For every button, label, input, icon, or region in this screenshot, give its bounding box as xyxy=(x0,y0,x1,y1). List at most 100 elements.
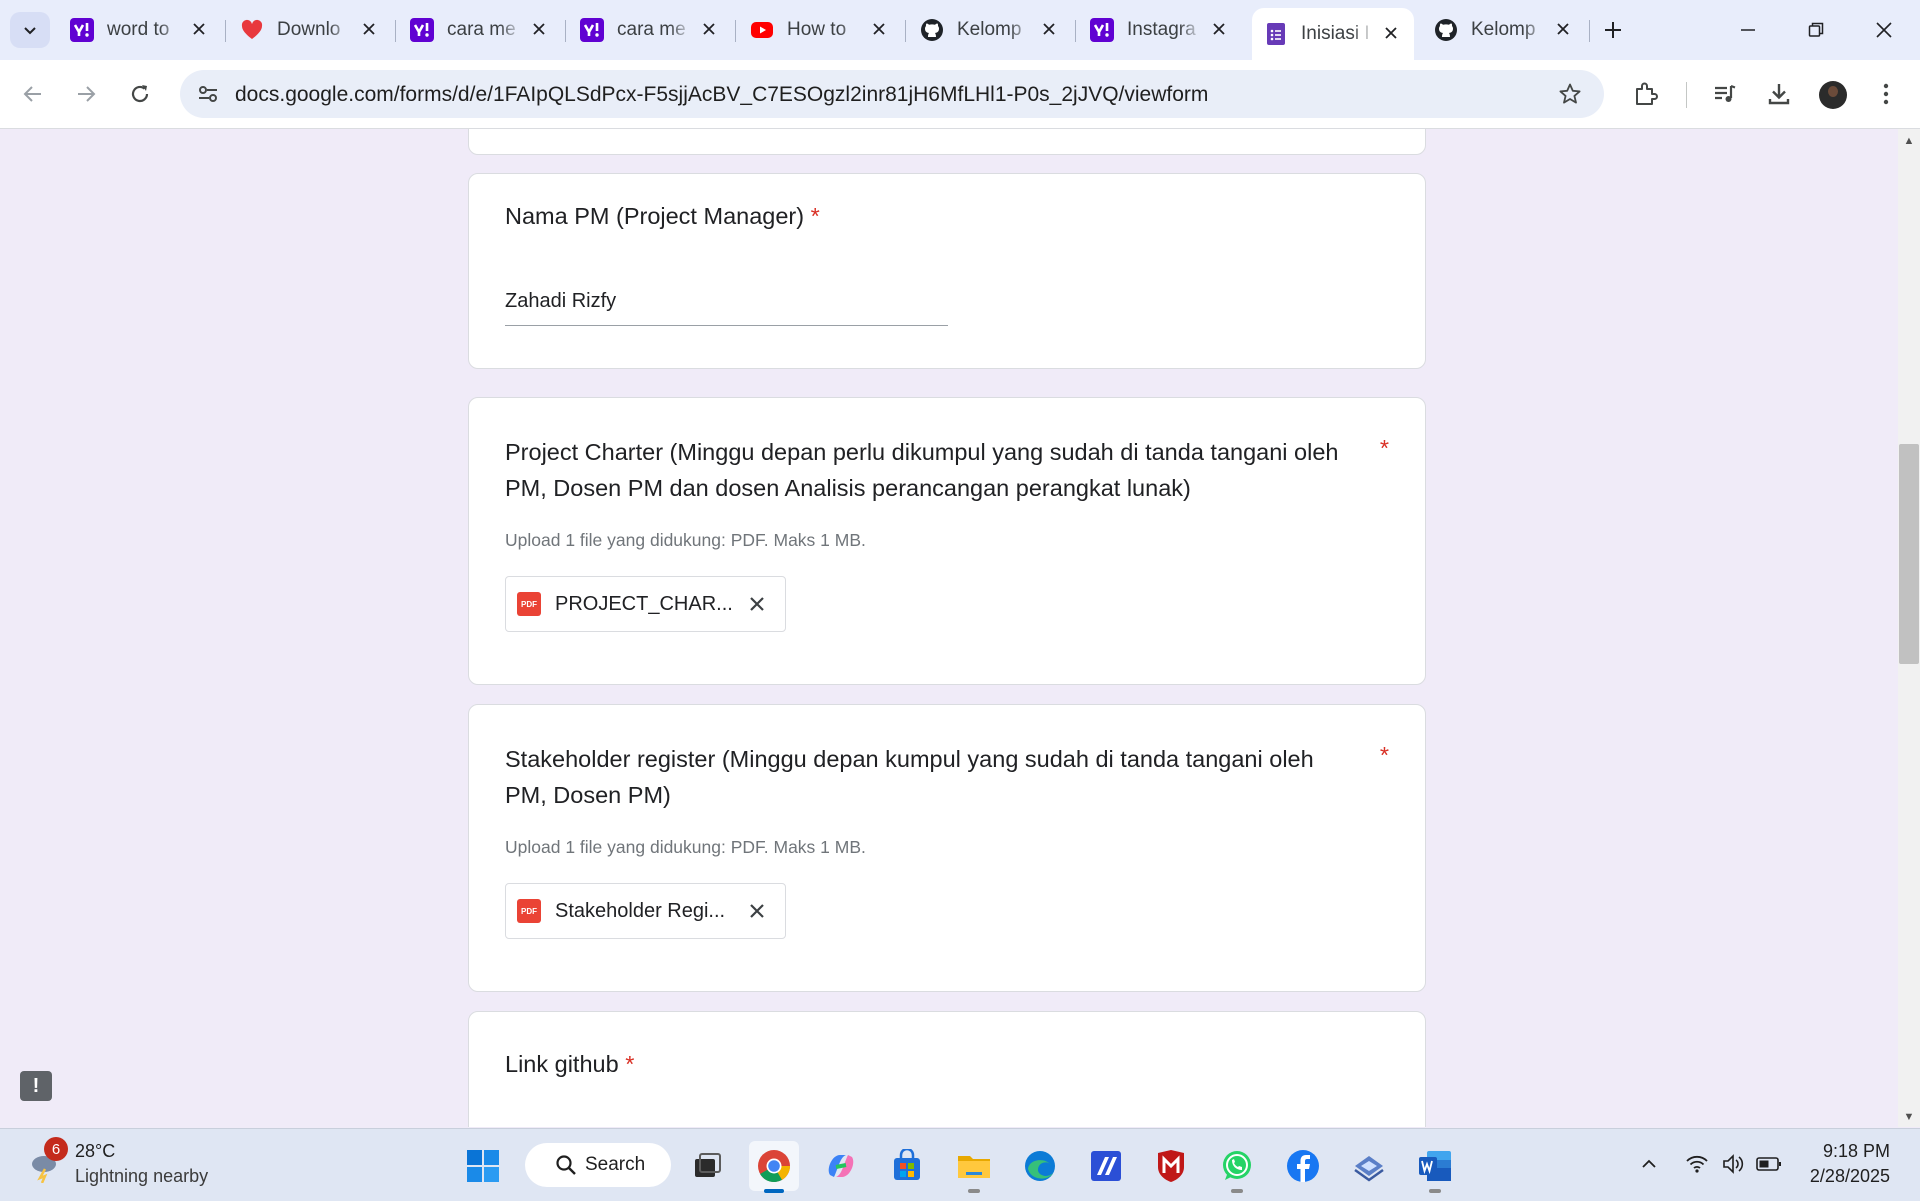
github-icon xyxy=(920,18,944,42)
uploaded-file-chip[interactable]: PDF Stakeholder Regi... xyxy=(505,883,786,939)
tab-title: Kelomp xyxy=(1471,19,1536,40)
browser-tab[interactable]: Inisiasi I xyxy=(1252,8,1414,60)
tab-close-icon[interactable] xyxy=(1552,19,1574,42)
tab-strip: word to Downlo cara me cara me How to Kelomp I… xyxy=(0,0,1920,60)
question-title: Project Charter (Minggu depan perlu diku… xyxy=(505,434,1338,506)
site-settings-icon[interactable] xyxy=(194,80,222,108)
taskbar-chrome[interactable] xyxy=(749,1141,799,1193)
question-title: Nama PM (Project Manager) * xyxy=(505,198,820,234)
start-button[interactable] xyxy=(458,1141,508,1191)
taskbar-whatsapp[interactable] xyxy=(1212,1141,1262,1193)
tab-close-icon[interactable] xyxy=(868,19,890,42)
taskbar-file-explorer[interactable] xyxy=(949,1141,999,1193)
taskbar-app-blue[interactable] xyxy=(1081,1141,1131,1191)
tab-separator xyxy=(225,20,226,42)
tab-separator xyxy=(1589,20,1590,42)
taskbar-copilot[interactable] xyxy=(816,1141,866,1191)
address-bar[interactable]: docs.google.com/forms/d/e/1FAIpQLSdPcx-F… xyxy=(180,70,1604,118)
taskbar-mcafee[interactable] xyxy=(1146,1141,1196,1191)
running-indicator xyxy=(1429,1189,1441,1193)
tab-title: Kelomp xyxy=(957,19,1022,40)
file-name: Stakeholder Regi... xyxy=(555,899,726,922)
word-icon xyxy=(1419,1151,1451,1181)
windows-logo-icon xyxy=(467,1150,499,1182)
question-title-text: Link github xyxy=(505,1051,619,1077)
scroll-down-arrow-icon[interactable]: ▼ xyxy=(1898,1109,1920,1125)
bookmark-star-icon[interactable] xyxy=(1556,80,1584,108)
browser-tab[interactable]: cara me xyxy=(398,8,562,52)
page-scrollbar[interactable]: ▲ ▼ xyxy=(1898,129,1920,1127)
report-feedback-button[interactable]: ! xyxy=(20,1071,52,1101)
tab-separator xyxy=(1075,20,1076,42)
yahoo-icon xyxy=(1090,18,1114,42)
volume-icon[interactable] xyxy=(1718,1149,1748,1179)
more-menu-icon[interactable] xyxy=(1866,74,1906,114)
extensions-icon[interactable] xyxy=(1626,74,1666,114)
previous-question-card xyxy=(468,129,1426,155)
taskbar-search[interactable]: Search xyxy=(525,1143,671,1187)
app-tile-icon xyxy=(1091,1151,1121,1181)
weather-alert-badge: 6 xyxy=(44,1137,68,1161)
github-icon xyxy=(1434,18,1458,42)
browser-tab[interactable]: Kelomp xyxy=(908,8,1072,52)
tab-close-icon[interactable] xyxy=(1038,19,1060,42)
browser-tab[interactable]: cara me xyxy=(568,8,732,52)
restore-icon xyxy=(1808,22,1824,37)
media-control-icon[interactable] xyxy=(1705,74,1745,114)
download-icon[interactable] xyxy=(1759,74,1799,114)
remove-file-button[interactable] xyxy=(743,590,771,618)
tab-separator xyxy=(905,20,906,42)
browser-toolbar: docs.google.com/forms/d/e/1FAIpQLSdPcx-F… xyxy=(0,60,1920,129)
chrome-icon xyxy=(758,1150,791,1183)
google-forms-icon xyxy=(1264,22,1288,46)
restore-button[interactable] xyxy=(1788,8,1844,52)
reload-icon xyxy=(131,85,149,103)
taskbar-word[interactable] xyxy=(1410,1141,1460,1193)
question-card-project-charter: Project Charter (Minggu depan perlu diku… xyxy=(468,397,1426,685)
tab-separator xyxy=(735,20,736,42)
tab-close-icon[interactable] xyxy=(188,19,210,42)
task-view-button[interactable] xyxy=(682,1141,732,1191)
required-mark: * xyxy=(1379,742,1389,768)
minimize-button[interactable] xyxy=(1720,8,1776,52)
browser-tab[interactable]: Downlo xyxy=(228,8,392,52)
new-tab-button[interactable] xyxy=(1595,12,1631,48)
taskbar-edge[interactable] xyxy=(1015,1141,1065,1191)
network-app-icon xyxy=(1354,1156,1384,1182)
wifi-icon[interactable] xyxy=(1682,1149,1712,1179)
required-mark: * xyxy=(1379,435,1389,461)
browser-tab[interactable]: How to xyxy=(738,8,902,52)
remove-file-button[interactable] xyxy=(743,897,771,925)
clock-date: 2/28/2025 xyxy=(1809,1166,1890,1186)
forward-button[interactable] xyxy=(66,74,106,114)
chevron-up-icon xyxy=(1642,1159,1656,1168)
uploaded-file-chip[interactable]: PDF PROJECT_CHAR... xyxy=(505,576,786,632)
tab-search-button[interactable] xyxy=(10,12,50,48)
browser-tab[interactable]: Kelomp xyxy=(1422,8,1586,52)
tab-close-icon[interactable] xyxy=(1208,19,1230,42)
yahoo-icon xyxy=(580,18,604,42)
tab-title: Downlo xyxy=(277,19,341,40)
taskbar-facebook[interactable] xyxy=(1278,1141,1328,1191)
url-text[interactable]: docs.google.com/forms/d/e/1FAIpQLSdPcx-F… xyxy=(235,83,1208,107)
pm-name-input[interactable]: Zahadi Rizfy xyxy=(505,288,948,326)
scroll-up-arrow-icon[interactable]: ▲ xyxy=(1898,133,1920,149)
profile-avatar[interactable] xyxy=(1819,81,1847,109)
taskbar-network-app[interactable] xyxy=(1344,1141,1394,1191)
taskbar-store[interactable] xyxy=(882,1141,932,1191)
tab-close-icon[interactable] xyxy=(358,19,380,42)
tab-close-icon[interactable] xyxy=(698,19,720,42)
tab-close-icon[interactable] xyxy=(528,19,550,42)
show-hidden-icons-button[interactable] xyxy=(1634,1149,1664,1179)
arrow-left-icon xyxy=(23,86,41,102)
tab-close-icon[interactable] xyxy=(1380,23,1402,46)
scrollbar-thumb[interactable] xyxy=(1899,444,1919,664)
close-window-button[interactable] xyxy=(1856,8,1912,52)
search-icon xyxy=(556,1155,576,1175)
reload-button[interactable] xyxy=(120,74,160,114)
browser-tab[interactable]: Instagra xyxy=(1078,8,1242,52)
browser-tab[interactable]: word to xyxy=(58,8,222,52)
back-button[interactable] xyxy=(13,74,53,114)
battery-icon[interactable] xyxy=(1754,1149,1784,1179)
running-indicator xyxy=(968,1189,980,1193)
